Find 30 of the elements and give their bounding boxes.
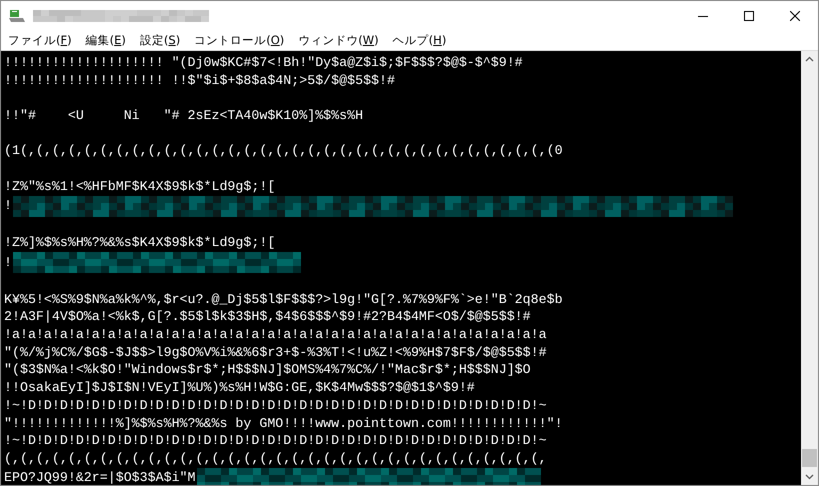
terminal-line: 2!A3F|4V$O%a!<%k$,G[?.$5$l$k$3$H$,$4$6$$$^$9!#2?B4$4MF<O$/$@$5$$!#: [4, 308, 531, 326]
terminal-line: EPO?JQ99!&2r=|$O$3$A$i"M: [4, 469, 196, 485]
terminal-line: !Z%]%$%s%H%?%&%s$K4X$9$k$*Ld9g$;![: [4, 234, 276, 252]
menu-item[interactable]: ファイル(F): [1, 30, 79, 50]
terminal-line: !Z%"%s%1!<%HFbMF$K4X$9$k$*Ld9g$;![: [4, 178, 276, 196]
menu-item[interactable]: ヘルプ(H): [386, 30, 454, 50]
terminal-line: !!!!!!!!!!!!!!!!!!!! !!$"$i$+$8$a$4N;>5$/$@$5$$!#: [4, 72, 395, 90]
menu-item[interactable]: 編集(E): [78, 30, 133, 50]
menu-item[interactable]: ウィンドウ(W): [291, 30, 386, 50]
menu-item[interactable]: 設定(S): [132, 30, 188, 50]
terminal-line: !!OsakaEyI]$J$I$N!VEyI]%U%)%s%H!W$G:GE,$K$4Mw$$$?$@$1$^$9!#: [4, 379, 475, 397]
terminal-line: !~!D!D!D!D!D!D!D!D!D!D!D!D!D!D!D!D!D!D!D!D!D!D!D!D!D!D!D!D!D!D!D!D!~: [4, 396, 547, 415]
terminal-line: !~!D!D!D!D!D!D!D!D!D!D!D!D!D!D!D!D!D!D!D!D!D!D!D!D!D!D!D!D!D!D!D!D!~: [4, 432, 547, 450]
terminal-line: (1(,(,(,(,(,(,(,(,(,(,(,(,(,(,(,(,(,(,(,(,(,(,(,(,(,(,(,(,(,(,(,(,(,(0: [4, 142, 563, 160]
terminal-line: !!!!!!!!!!!!!!!!!!!! "(Dj0w$KC#$7<!Bh!"Dy$a@Z$i$;$F$$$?$@$-$^$9!#: [4, 54, 523, 72]
terminal-line: "(%/%j%C%/$G$-$J$$>l9g$O%V%i%&%6$r3+$-%3%T!<!u%Z!<%9%H$7$F$/$@$5$$!#: [4, 344, 547, 362]
menu-item[interactable]: コントロール(O): [187, 30, 292, 50]
terminal-line: K¥%5!<%S%9$N%a%k%^%,$r<u?.@_Dj$5$l$F$$$?>l9g!"G[?.%7%9%F%`>e!"B`2q8e$b: [4, 290, 563, 308]
terminal-line: "($3$N%a!<%k$O!"Windows$r$*;H$$$NJ]$OMS%4%7%C%/!"Mac$r$*;H$$$NJ]$O: [4, 361, 531, 380]
scroll-thumb[interactable]: [802, 449, 817, 467]
terminal-line: !a!a!a!a!a!a!a!a!a!a!a!a!a!a!a!a!a!a!a!a!a!a!a!a!a!a!a!a!a!a!a!a!a!a: [4, 326, 547, 344]
terminal-line: !!"# <U Ni "# 2sEz<TA40w$K10%]%$%s%H: [4, 107, 364, 125]
terminal-line: !: [4, 197, 12, 215]
close-icon: [790, 10, 800, 20]
terminal-line: !: [4, 254, 12, 272]
app-icon: [9, 8, 25, 22]
terminal-line: (,(,(,(,(,(,(,(,(,(,(,(,(,(,(,(,(,(,(,(,(,(,(,(,(,(,(,(,(,(,(,(,(,(,: [4, 450, 547, 468]
terminal-line: "!!!!!!!!!!!!!%]%$%s%H%?%&%s by GMO!!!!www.pointtown.com!!!!!!!!!!!!"!: [4, 414, 563, 432]
maximize-icon: [744, 10, 754, 20]
scrollbar[interactable]: [801, 51, 818, 485]
